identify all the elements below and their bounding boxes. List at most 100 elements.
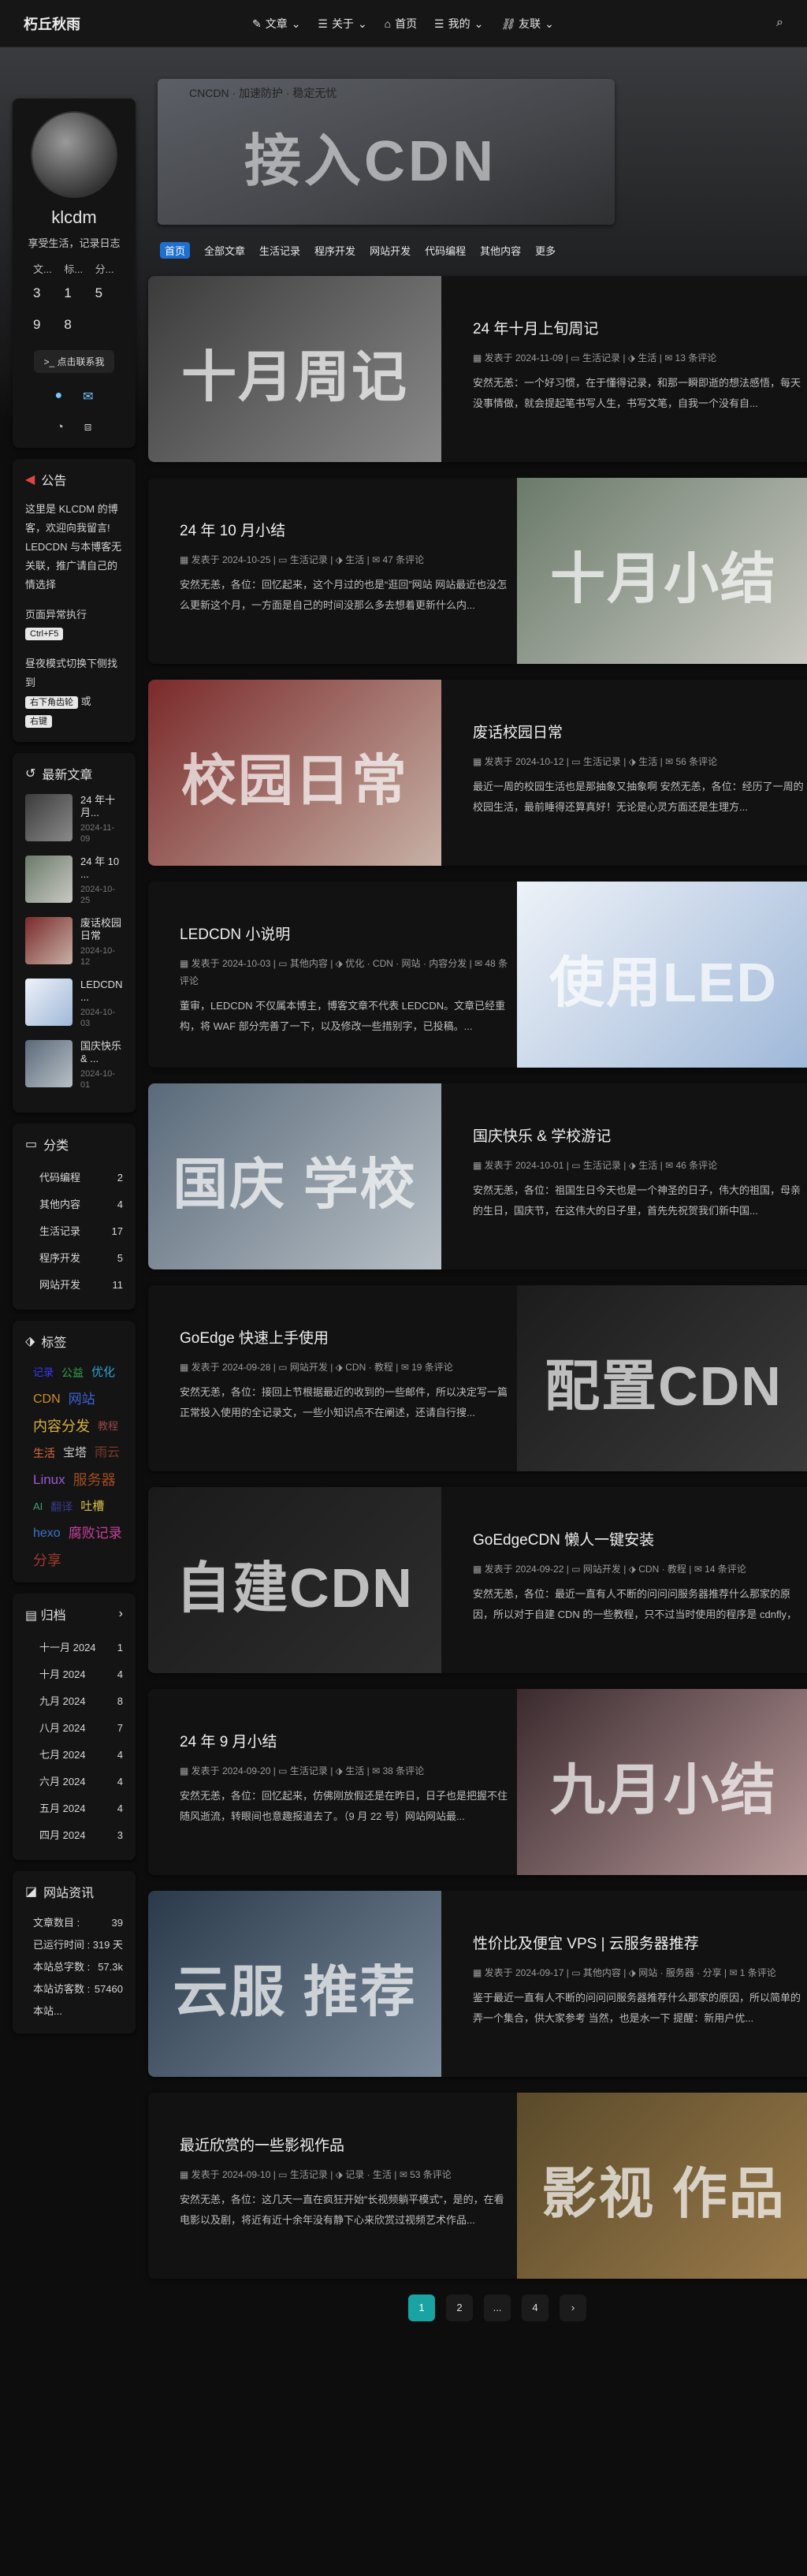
stat-value[interactable]: 3 [33, 279, 64, 308]
category-item[interactable]: 其他内容 4 [25, 1191, 123, 1218]
post-title[interactable]: 废话校园日常 [473, 721, 804, 742]
post-tags[interactable]: 生活 [638, 352, 656, 363]
tab-0[interactable]: 首页 [160, 242, 191, 259]
archive-item[interactable]: 四月 2024 3 [25, 1822, 123, 1849]
post-comments[interactable]: 46 条评论 [675, 1160, 717, 1171]
chevron-right-icon[interactable]: › [119, 1607, 123, 1621]
tag-item[interactable]: 腐败记录 [69, 1523, 122, 1545]
stat-value[interactable]: 9 [33, 311, 64, 339]
nav-item-home[interactable]: ⌂ 首页 [385, 16, 417, 32]
recent-item-title[interactable]: 24 年 10 ... [80, 856, 123, 881]
post-card[interactable]: 十月小结 24 年 10 月小结 ▦ 发表于 2024-10-25 | ▭ 生活记录… [148, 478, 807, 664]
stat-value[interactable]: 5 [95, 279, 126, 308]
archive-item[interactable]: 十月 2024 4 [25, 1661, 123, 1688]
tab-7[interactable]: 更多 [535, 243, 556, 258]
tag-item[interactable]: 内容分发 [33, 1415, 90, 1437]
tab-1[interactable]: 全部文章 [204, 243, 245, 258]
category-item[interactable]: 程序开发 5 [25, 1245, 123, 1272]
post-tags[interactable]: 生活 [345, 554, 364, 565]
post-category[interactable]: 生活记录 [290, 1765, 328, 1776]
archive-item[interactable]: 九月 2024 8 [25, 1688, 123, 1715]
search-icon[interactable]: ⌕ [776, 16, 783, 30]
github-icon[interactable]: ● [54, 389, 62, 404]
tab-3[interactable]: 程序开发 [314, 243, 355, 258]
post-title[interactable]: LEDCDN 小说明 [180, 923, 511, 944]
post-card[interactable]: 使用LED LEDCDN 小说明 ▦ 发表于 2024-10-03 | ▭ 其他内容… [148, 882, 807, 1068]
archive-item[interactable]: 五月 2024 4 [25, 1795, 123, 1822]
post-category[interactable]: 网站开发 [290, 1362, 328, 1373]
post-card[interactable]: 十月周记 24 年十月上旬周记 ▦ 发表于 2024-11-09 | ▭ 生活记录 … [148, 276, 807, 462]
contact-button[interactable]: >_ 点击联系我 [34, 350, 114, 373]
tag-item[interactable]: 公益 [61, 1362, 84, 1384]
category-item[interactable]: 生活记录 17 [25, 1218, 123, 1245]
tab-6[interactable]: 其他内容 [480, 243, 521, 258]
site-brand[interactable]: 朽丘秋雨 [24, 13, 80, 34]
post-tags[interactable]: 生活 [345, 1765, 364, 1776]
recent-item[interactable]: 24 年十月... 2024-11-09 [25, 794, 123, 844]
post-category[interactable]: 其他内容 [290, 958, 328, 969]
tag-item[interactable]: 翻译 [50, 1496, 73, 1518]
avatar[interactable] [31, 111, 117, 198]
recent-item[interactable]: 24 年 10 ... 2024-10-25 [25, 856, 123, 906]
recent-item[interactable]: 国庆快乐 & ... 2024-10-01 [25, 1040, 123, 1090]
page-button[interactable]: 4 [522, 2295, 549, 2321]
recent-item-title[interactable]: 24 年十月... [80, 794, 123, 819]
post-title[interactable]: GoEdge 快速上手使用 [180, 1326, 511, 1348]
post-title[interactable]: GoEdgeCDN 懒人一键安装 [473, 1528, 804, 1549]
post-category[interactable]: 生活记录 [290, 2169, 328, 2180]
archive-item[interactable]: 八月 2024 7 [25, 1715, 123, 1742]
recent-item-title[interactable]: LEDCDN ... [80, 979, 123, 1004]
post-tags[interactable]: 记录 · 生活 [345, 2169, 392, 2180]
tag-item[interactable]: 服务器 [73, 1469, 116, 1491]
page-button[interactable]: 2 [446, 2295, 473, 2321]
post-card[interactable]: 云服 推荐 性价比及便宜 VPS | 云服务器推荐 ▦ 发表于 2024-09-17… [148, 1891, 807, 2077]
post-comments[interactable]: 53 条评论 [410, 2169, 452, 2180]
post-card[interactable]: 影视 作品 最近欣赏的一些影视作品 ▦ 发表于 2024-09-10 | ▭ 生活记… [148, 2093, 807, 2279]
tag-item[interactable]: 教程 [98, 1415, 118, 1437]
post-title[interactable]: 性价比及便宜 VPS | 云服务器推荐 [473, 1932, 804, 1953]
rss-icon[interactable]: ◔ [57, 420, 64, 434]
post-category[interactable]: 生活记录 [582, 352, 620, 363]
category-item[interactable]: 代码编程 2 [25, 1165, 123, 1191]
tag-item[interactable]: 雨云 [95, 1442, 120, 1464]
post-card[interactable]: 配置CDN GoEdge 快速上手使用 ▦ 发表于 2024-09-28 | ▭ 网… [148, 1285, 807, 1471]
tag-item[interactable]: 吐槽 [80, 1496, 104, 1518]
post-category[interactable]: 生活记录 [583, 756, 621, 767]
post-category[interactable]: 其他内容 [583, 1967, 621, 1978]
tag-item[interactable]: 优化 [91, 1362, 115, 1384]
post-tags[interactable]: 生活 [638, 756, 657, 767]
nav-item-friends[interactable]: ⛓ 友联 ⌄ [500, 16, 554, 32]
featured-banner[interactable]: CNCDN · 加速防护 · 稳定无忧 接入CDN [158, 79, 615, 225]
post-comments[interactable]: 19 条评论 [411, 1362, 453, 1373]
post-title[interactable]: 最近欣赏的一些影视作品 [180, 2134, 511, 2155]
post-comments[interactable]: 1 条评论 [740, 1967, 776, 1978]
tag-item[interactable]: AI [33, 1496, 43, 1518]
post-card[interactable]: 校园日常 废话校园日常 ▦ 发表于 2024-10-12 | ▭ 生活记录 | ⬗ … [148, 680, 807, 866]
mail-icon[interactable]: ✉ [83, 389, 93, 404]
page-button[interactable]: 1 [408, 2295, 435, 2321]
nav-item-about[interactable]: ☰ 关于 ⌄ [318, 16, 366, 32]
post-card[interactable]: 国庆 学校 国庆快乐 & 学校游记 ▦ 发表于 2024-10-01 | ▭ 生活记… [148, 1083, 807, 1269]
tab-2[interactable]: 生活记录 [259, 243, 300, 258]
stat-value[interactable]: 8 [64, 311, 95, 339]
tag-item[interactable]: Linux [33, 1469, 65, 1491]
recent-item-title[interactable]: 废话校园日常 [80, 917, 123, 942]
tag-item[interactable]: 网站 [69, 1389, 95, 1411]
post-card[interactable]: 自建CDN GoEdgeCDN 懒人一键安装 ▦ 发表于 2024-09-22 | … [148, 1487, 807, 1673]
post-tags[interactable]: CDN · 教程 [345, 1362, 393, 1373]
tag-item[interactable]: 记录 [33, 1362, 54, 1384]
next-page-button[interactable]: › [560, 2295, 586, 2321]
recent-item[interactable]: 废话校园日常 2024-10-12 [25, 917, 123, 967]
archive-item[interactable]: 六月 2024 4 [25, 1769, 123, 1795]
tab-5[interactable]: 代码编程 [425, 243, 466, 258]
recent-item-title[interactable]: 国庆快乐 & ... [80, 1040, 123, 1065]
post-card[interactable]: 九月小结 24 年 9 月小结 ▦ 发表于 2024-09-20 | ▭ 生活记录 … [148, 1689, 807, 1875]
archive-item[interactable]: 十一月 2024 1 [25, 1635, 123, 1661]
post-category[interactable]: 生活记录 [583, 1160, 621, 1171]
post-title[interactable]: 24 年十月上旬周记 [473, 317, 804, 338]
post-tags[interactable]: 生活 [638, 1160, 657, 1171]
post-tags[interactable]: 优化 · CDN · 网站 · 内容分发 [345, 958, 467, 969]
recent-item[interactable]: LEDCDN ... 2024-10-03 [25, 979, 123, 1029]
category-item[interactable]: 网站开发 11 [25, 1272, 123, 1299]
nav-item-mine[interactable]: ☰ 我的 ⌄ [434, 16, 483, 32]
